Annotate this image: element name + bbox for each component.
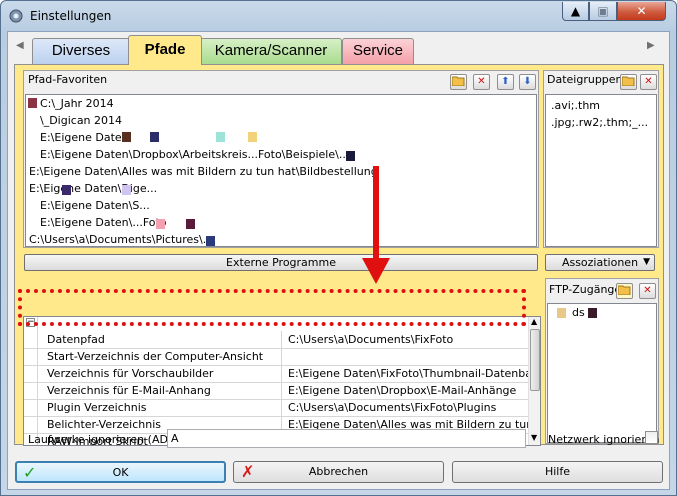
tab-scroll-right-icon[interactable]: ▶ bbox=[647, 40, 655, 51]
ftp-list: ds bbox=[547, 303, 657, 443]
pixelated-mark bbox=[346, 151, 355, 161]
folder-open-icon[interactable] bbox=[620, 74, 637, 90]
gear-icon bbox=[9, 9, 23, 23]
window-title: Einstellungen bbox=[30, 9, 112, 23]
associations-label: Assoziationen bbox=[561, 256, 639, 269]
table-row[interactable]: Plugin Verzeichnis C:\Users\a\Documents\F… bbox=[24, 399, 529, 417]
tab-pfade[interactable]: Pfade bbox=[128, 35, 202, 65]
paths-property-grid: − Datenpfad C:\Users\a\Documents\FixFoto … bbox=[23, 316, 541, 446]
red-arrow-icon bbox=[362, 166, 390, 284]
cancel-label: Abbrechen bbox=[308, 465, 369, 478]
filegroups-list: .avi;.thm .jpg;.rw2;.thm;_... bbox=[545, 94, 657, 247]
list-item[interactable]: E:\Eigene Daten\Alles was mit Bildern zu… bbox=[26, 164, 536, 180]
ok-button[interactable]: ✓ OK bbox=[15, 461, 226, 483]
move-up-icon[interactable]: ⬆ bbox=[497, 74, 514, 90]
list-item[interactable]: .jpg;.rw2;.thm;_... bbox=[546, 115, 656, 131]
external-programs-button[interactable]: Externe Programme bbox=[24, 254, 538, 271]
list-item[interactable]: E:\Eigene Daten\S... bbox=[26, 198, 536, 214]
tab-diverses[interactable]: Diverses bbox=[32, 38, 130, 64]
pixelated-mark bbox=[122, 132, 131, 142]
list-item[interactable]: E:\Eigene Daten\Dropbox\Arbeitskreis...F… bbox=[26, 147, 536, 163]
delete-icon[interactable]: ✕ bbox=[639, 283, 656, 299]
table-row[interactable]: Verzeichnis für E-Mail-Anhang E:\Eigene D… bbox=[24, 382, 529, 400]
pixelated-mark bbox=[28, 98, 37, 108]
folder-open-icon[interactable] bbox=[616, 283, 633, 299]
pixelated-mark bbox=[588, 308, 597, 318]
ok-label: OK bbox=[112, 466, 129, 479]
minimize-button[interactable]: ▲ bbox=[562, 2, 589, 21]
cancel-button[interactable]: ✗ Abbrechen bbox=[233, 461, 444, 483]
title-bar[interactable]: Einstellungen ▲ ▣ ✕ bbox=[1, 1, 676, 31]
filegroups-group: Dateigruppen ✕ .avi;.thm .jpg;.rw2;.thm;… bbox=[543, 70, 659, 248]
checkmark-icon: ✓ bbox=[23, 463, 37, 482]
pixelated-mark bbox=[216, 132, 225, 142]
close-button[interactable]: ✕ bbox=[617, 2, 666, 21]
list-item[interactable]: E:\Eigene Daten bbox=[26, 130, 536, 146]
favorites-list: C:\_Jahr 2014 \_Digican 2014 E:\Eigene D… bbox=[25, 94, 537, 247]
pixelated-mark bbox=[62, 185, 71, 195]
list-item[interactable]: C:\_Jahr 2014 bbox=[26, 96, 536, 112]
ftp-group: FTP-Zugänge ✕ ds bbox=[545, 278, 659, 444]
scroll-thumb[interactable] bbox=[530, 329, 540, 391]
tab-scroll-left-icon[interactable]: ◀ bbox=[16, 40, 24, 51]
move-down-icon[interactable]: ⬇ bbox=[519, 74, 536, 90]
grid-indent-line bbox=[37, 317, 38, 445]
tab-kamera-scanner[interactable]: Kamera/Scanner bbox=[200, 38, 342, 64]
pixelated-mark bbox=[248, 132, 257, 142]
delete-icon[interactable]: ✕ bbox=[640, 74, 657, 90]
scroll-down-icon[interactable]: ▼ bbox=[531, 433, 537, 442]
list-item[interactable]: E:\Eigene Daten\...Foto bbox=[26, 215, 536, 231]
tab-service[interactable]: Service bbox=[342, 38, 414, 64]
folder-open-icon[interactable] bbox=[450, 74, 467, 90]
table-row[interactable]: Verzeichnis für Vorschaubilder E:\Eigene … bbox=[24, 365, 540, 383]
highlight-box bbox=[18, 289, 526, 326]
pixelated-mark bbox=[186, 219, 195, 229]
pixelated-mark bbox=[122, 185, 131, 195]
help-button[interactable]: Hilfe bbox=[452, 461, 663, 483]
scroll-up-icon[interactable]: ▲ bbox=[531, 317, 537, 326]
vertical-scrollbar[interactable]: ▲ ▼ bbox=[528, 317, 540, 445]
filegroups-title: Dateigruppen bbox=[547, 73, 623, 86]
drives-label: Laufwerke ignorieren (AD...) bbox=[28, 433, 183, 446]
table-row[interactable]: Datenpfad C:\Users\a\Documents\FixFoto bbox=[24, 331, 529, 349]
chevron-down-icon: ▼ bbox=[643, 257, 650, 267]
network-label: Netzwerk ignorieren bbox=[548, 433, 660, 446]
pixelated-mark bbox=[557, 308, 566, 318]
list-item[interactable]: \_Digican 2014 bbox=[26, 113, 536, 129]
drives-input[interactable] bbox=[167, 429, 526, 448]
associations-button[interactable]: Assoziationen ▼ bbox=[545, 254, 655, 271]
delete-icon[interactable]: ✕ bbox=[473, 74, 490, 90]
settings-window: Einstellungen ▲ ▣ ✕ ◀ ▶ Diverses Pfade K… bbox=[0, 0, 677, 496]
favorites-title: Pfad-Favoriten bbox=[28, 73, 108, 86]
list-item[interactable]: .avi;.thm bbox=[546, 98, 656, 114]
tab-panel-pfade: Pfad-Favoriten ✕ ⬆ ⬇ C:\_Jahr 2014 \_Dig… bbox=[14, 64, 664, 446]
list-item[interactable]: C:\Users\a\Documents\Pictures\... bbox=[26, 232, 536, 246]
table-row[interactable]: Start-Verzeichnis der Computer-Ansicht bbox=[24, 348, 529, 366]
dialog-client: ◀ ▶ Diverses Pfade Kamera/Scanner Servic… bbox=[7, 31, 670, 490]
maximize-button[interactable]: ▣ bbox=[589, 2, 617, 21]
network-checkbox[interactable] bbox=[645, 431, 658, 444]
cross-icon: ✗ bbox=[241, 462, 255, 481]
ftp-title: FTP-Zugänge bbox=[549, 283, 622, 296]
list-item[interactable]: E:\Eigene Daten\Dige... bbox=[26, 181, 536, 197]
pixelated-mark bbox=[156, 219, 165, 229]
favorites-group: Pfad-Favoriten ✕ ⬆ ⬇ C:\_Jahr 2014 \_Dig… bbox=[23, 70, 539, 248]
pixelated-mark bbox=[150, 132, 159, 142]
pixelated-mark bbox=[206, 236, 215, 246]
